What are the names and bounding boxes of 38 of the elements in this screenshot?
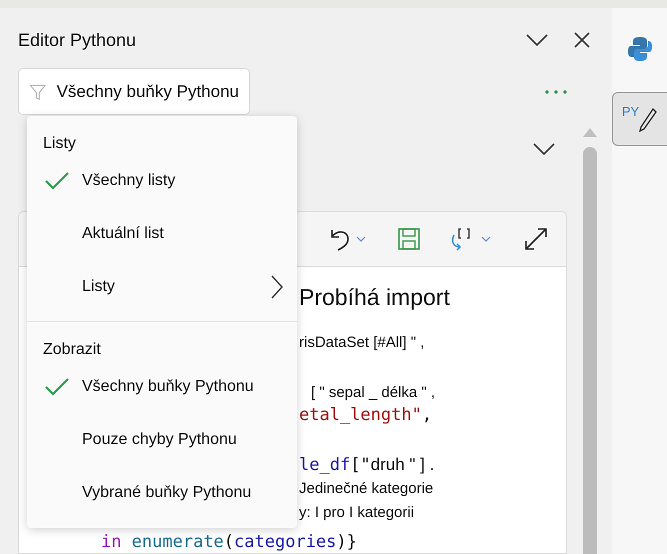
menu-item-label: Aktuální list	[82, 224, 165, 244]
filter-dropdown[interactable]: Všechny buňky Pythonu	[18, 68, 250, 115]
menu-heading: Zobrazit	[43, 340, 101, 360]
menu-item-label: Vybrané buňky Pythonu	[82, 482, 252, 502]
chevron-right-icon	[271, 274, 283, 298]
py-label: PY	[622, 105, 640, 118]
code-line: [ " sepal _ délka " ,	[311, 383, 436, 403]
menu-item[interactable]: Listy	[27, 260, 297, 313]
python-logo-icon	[626, 36, 652, 62]
pane-title: Editor Pythonu	[18, 28, 138, 52]
menu-item[interactable]: Všechny listy	[27, 154, 297, 207]
more-options-icon[interactable]	[544, 88, 568, 94]
menu-item[interactable]: Všechny buňky Pythonu	[27, 360, 297, 413]
save-icon[interactable]	[398, 228, 420, 250]
menu-item-label: Listy	[82, 276, 116, 296]
close-icon[interactable]	[574, 32, 590, 48]
checkmark-icon	[44, 376, 70, 396]
scrollbar-thumb[interactable]	[582, 147, 596, 554]
code-line: Jedinečné kategorie	[299, 479, 434, 499]
checkmark-icon	[44, 170, 70, 190]
code-line: etal_length",	[299, 405, 432, 425]
undo-icon[interactable]	[328, 227, 368, 251]
pencil-icon	[639, 107, 658, 133]
menu-item-label: Všechny buňky Pythonu	[82, 376, 255, 396]
menu-item[interactable]: Aktuální list	[27, 207, 297, 260]
menu-item[interactable]: Vybrané buňky Pythonu	[27, 466, 297, 519]
expand-icon[interactable]	[524, 227, 548, 251]
chevron-down-icon[interactable]	[526, 34, 548, 46]
code-line: in enumerate(categories)}	[101, 532, 357, 552]
code-line: le_df["druh " ] .	[299, 455, 434, 475]
code-line: risDataSet [#All] " ,	[299, 333, 424, 353]
cell-heading: Probíhá import	[299, 283, 450, 312]
menu-heading: Listy	[43, 134, 76, 154]
menu-item[interactable]: Pouze chyby Pythonu	[27, 413, 297, 466]
menu-item-label: Pouze chyby Pythonu	[82, 430, 238, 450]
chevron-down-icon[interactable]	[533, 143, 555, 155]
menu-item-label: Všechny listy	[82, 170, 176, 190]
code-line: y: I pro I kategorii	[299, 503, 414, 523]
